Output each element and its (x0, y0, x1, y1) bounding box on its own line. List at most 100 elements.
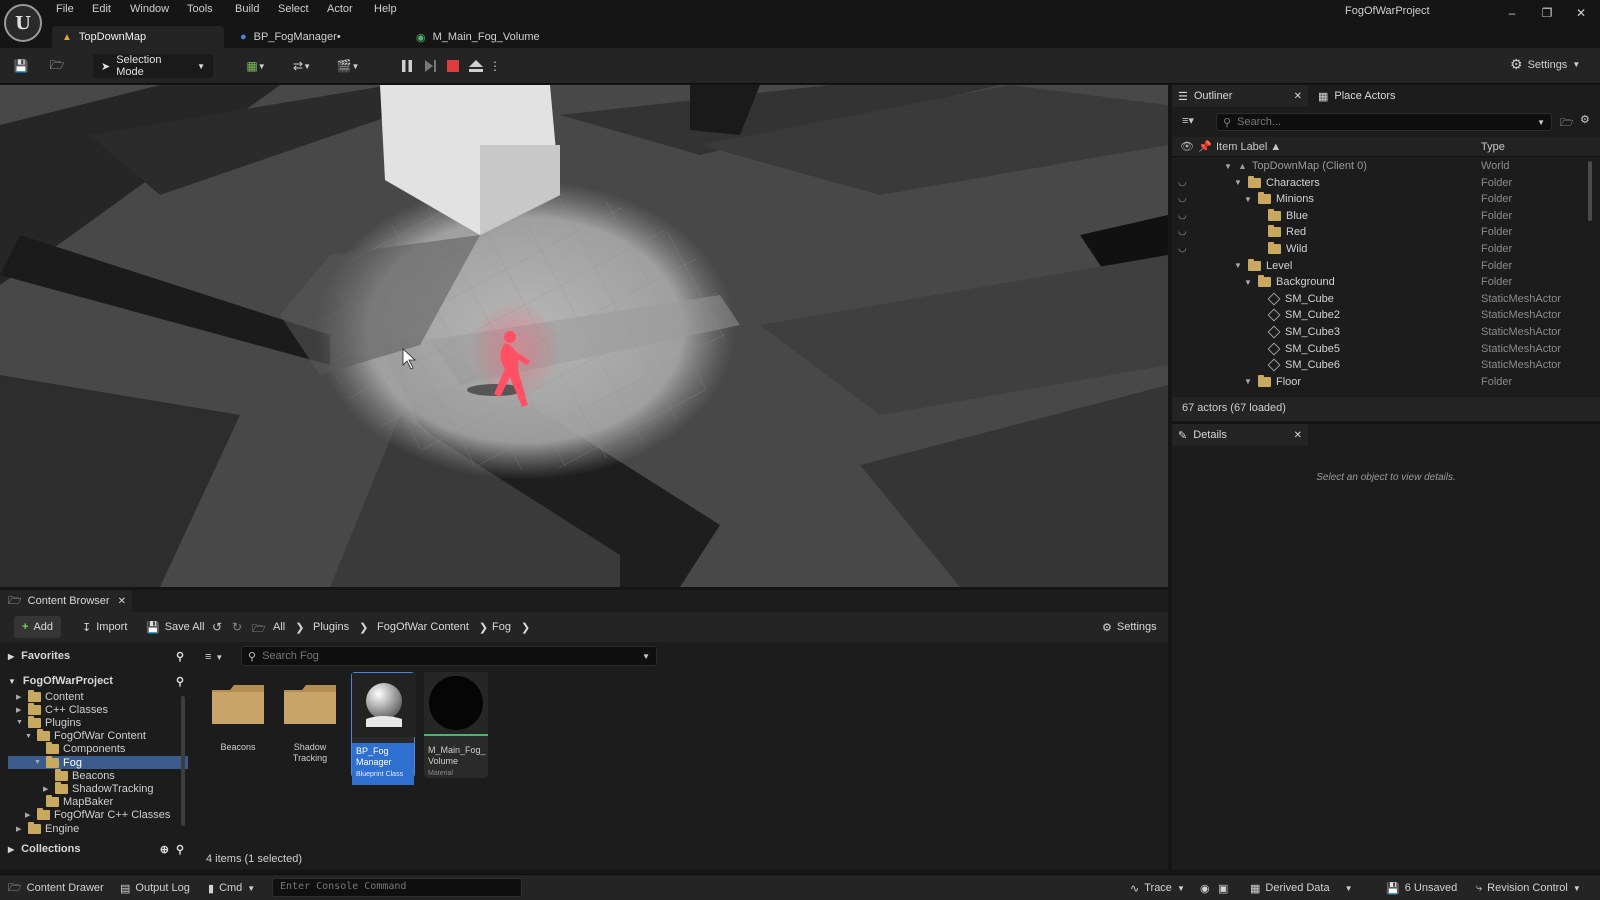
save-all-button[interactable]: 💾 Save All (140, 616, 210, 638)
chevron-right-icon[interactable]: ▶ (16, 693, 24, 701)
selection-mode-dropdown[interactable]: ➤ Selection Mode ▼ (93, 54, 213, 78)
filter-icon[interactable]: ≡▾ (1182, 114, 1194, 127)
close-icon[interactable]: ✕ (1574, 6, 1588, 20)
unreal-logo-icon[interactable]: U (4, 4, 42, 42)
project-section[interactable]: ▼ FogOfWarProject ⚲ (8, 671, 188, 691)
outliner-row[interactable]: SM_Cube5 StaticMeshActor (1172, 342, 1600, 359)
outliner-row[interactable]: ▼ Background Folder (1172, 275, 1600, 292)
chevron-down-icon[interactable]: ▼ (1234, 261, 1243, 270)
tree-item[interactable]: Beacons (8, 768, 188, 782)
outliner-row[interactable]: ▼ ▲ TopDownMap (Client 0) World (1172, 159, 1600, 176)
asset-tile-beacons[interactable]: Beacons (206, 672, 270, 778)
outliner-scrollbar[interactable] (1588, 161, 1592, 221)
add-collection-icon[interactable]: ⊕ (160, 843, 169, 856)
tab-topdownmap[interactable]: ▲ TopDownMap (52, 26, 224, 48)
visibility-icon[interactable]: ◡ (1178, 177, 1187, 188)
console-command-input[interactable]: Enter Console Command (272, 878, 522, 897)
minimize-icon[interactable]: – (1505, 6, 1519, 20)
outliner-row[interactable]: SM_Cube3 StaticMeshActor (1172, 325, 1600, 342)
chevron-down-icon[interactable]: ▼ (1244, 195, 1253, 204)
screenshot-icon[interactable]: ▣ (1218, 880, 1228, 896)
chevron-down-icon[interactable]: ▼ (1244, 377, 1253, 386)
outliner-row[interactable]: SM_Cube6 StaticMeshActor (1172, 358, 1600, 375)
menu-edit[interactable]: Edit (92, 3, 111, 15)
outliner-row[interactable]: SM_Cube StaticMeshActor (1172, 292, 1600, 309)
visibility-icon[interactable]: ◡ (1178, 226, 1187, 237)
breadcrumb-fog[interactable]: Fog ❯ (492, 616, 530, 638)
restore-icon[interactable]: ❐ (1540, 6, 1554, 20)
search-icon[interactable]: ⚲ (176, 675, 184, 688)
step-forward-icon[interactable] (420, 56, 440, 76)
chevron-right-icon[interactable]: ▶ (16, 825, 24, 833)
tab-m-main-fog-volume[interactable]: ◉ M_Main_Fog_Volume (406, 26, 550, 48)
filter-button[interactable]: ≡ ▼ (205, 646, 245, 668)
menu-window[interactable]: Window (130, 3, 169, 15)
tree-item[interactable]: ▶ ShadowTracking (8, 781, 188, 795)
tree-item[interactable]: MapBaker (8, 795, 188, 809)
asset-tile-m-main-fog-volume[interactable]: M_Main_Fog_ Volume Material (424, 672, 488, 778)
search-icon[interactable]: ⚲ (176, 843, 184, 856)
breadcrumb-plugins[interactable]: Plugins ❯ (313, 616, 368, 638)
outliner-row[interactable]: ◡ Wild Folder (1172, 242, 1600, 259)
outliner-search-input[interactable]: ⚲ Search... ▼ (1216, 113, 1552, 131)
visibility-icon[interactable]: ◡ (1178, 210, 1187, 221)
add-folder-icon[interactable]: 🗁 (1560, 114, 1574, 133)
menu-select[interactable]: Select (278, 3, 309, 15)
blueprints-icon[interactable]: ⇄ ▼ (286, 56, 318, 76)
folder-icon[interactable]: 🗁 (252, 620, 266, 639)
favorites-section[interactable]: ▶ Favorites ⚲ (8, 646, 188, 666)
visibility-icon[interactable]: ◡ (1178, 243, 1187, 254)
menu-actor[interactable]: Actor (327, 3, 353, 15)
chevron-down-icon[interactable]: ▼ (1234, 178, 1243, 187)
visibility-icon[interactable]: ◡ (1178, 193, 1187, 204)
forward-icon[interactable]: ↻ (232, 620, 242, 634)
visibility-column-icon[interactable]: 👁 (1180, 140, 1194, 153)
record-icon[interactable]: ◉ (1200, 880, 1210, 896)
tree-item[interactable]: ▶ FogOfWar C++ Classes (8, 808, 188, 822)
more-options-icon[interactable]: ⋮ (489, 56, 501, 76)
eject-icon[interactable] (466, 56, 486, 76)
back-icon[interactable]: ↺ (212, 620, 222, 634)
tree-item[interactable]: ▼ Plugins (8, 715, 188, 729)
column-type[interactable]: Type (1481, 141, 1505, 153)
asset-tile-bp-fog-manager[interactable]: BP_Fog Manager Blueprint Class (351, 672, 416, 785)
level-viewport[interactable] (0, 85, 1168, 587)
menu-file[interactable]: File (56, 3, 74, 15)
search-icon[interactable]: ⚲ (176, 650, 184, 663)
content-drawer-button[interactable]: 🗁 Content Drawer (8, 880, 104, 896)
browse-icon[interactable]: 🗁 (47, 56, 67, 76)
tab-place-actors[interactable]: ▦ Place Actors (1308, 85, 1458, 107)
tab-bp-fogmanager[interactable]: ● BP_FogManager• (230, 26, 351, 48)
collections-section[interactable]: ▶ Collections ⊕ ⚲ (8, 839, 188, 859)
menu-build[interactable]: Build (235, 3, 259, 15)
output-log-button[interactable]: ▤ Output Log (120, 880, 190, 896)
stop-icon[interactable] (443, 56, 463, 76)
breadcrumb-all[interactable]: All ❯ (273, 616, 304, 638)
tree-item[interactable]: Components (8, 742, 188, 756)
add-content-icon[interactable]: ▦ ▼ (240, 56, 272, 76)
tree-item[interactable]: ▶ Engine (8, 821, 188, 835)
chevron-down-icon[interactable]: ▼ (25, 733, 33, 740)
unsaved-button[interactable]: 💾 6 Unsaved (1386, 880, 1457, 896)
tab-details[interactable]: ✎ Details ✕ (1172, 424, 1308, 446)
chevron-right-icon[interactable]: ▶ (43, 785, 51, 793)
tree-item[interactable]: ▶ C++ Classes (8, 702, 188, 716)
tree-scrollbar[interactable] (181, 696, 185, 826)
chevron-down-icon[interactable]: ▼ (16, 719, 24, 726)
save-icon[interactable]: 💾 (11, 56, 31, 76)
menu-tools[interactable]: Tools (187, 3, 213, 15)
asset-tile-shadow-tracking[interactable]: Shadow Tracking (278, 672, 342, 778)
outliner-row[interactable]: ◡ Red Folder (1172, 225, 1600, 242)
chevron-down-icon[interactable]: ▼ (1224, 162, 1233, 171)
content-search-input[interactable]: ⚲ Search Fog ▼ (241, 646, 657, 666)
add-button[interactable]: + Add (14, 616, 62, 638)
close-icon[interactable]: ✕ (1294, 91, 1302, 102)
chevron-right-icon[interactable]: ▶ (16, 706, 24, 714)
cinematics-icon[interactable]: 🎬 ▼ (332, 56, 364, 76)
pin-column-icon[interactable]: 📌 (1198, 140, 1212, 153)
chevron-right-icon[interactable]: ▶ (25, 811, 33, 819)
outliner-row[interactable]: ▼ Level Folder (1172, 258, 1600, 276)
outliner-row[interactable]: SM_Cube2 StaticMeshActor (1172, 308, 1600, 325)
chevron-down-icon[interactable]: ▼ (34, 759, 42, 766)
cb-settings-button[interactable]: ⚙ Settings (1096, 616, 1163, 638)
